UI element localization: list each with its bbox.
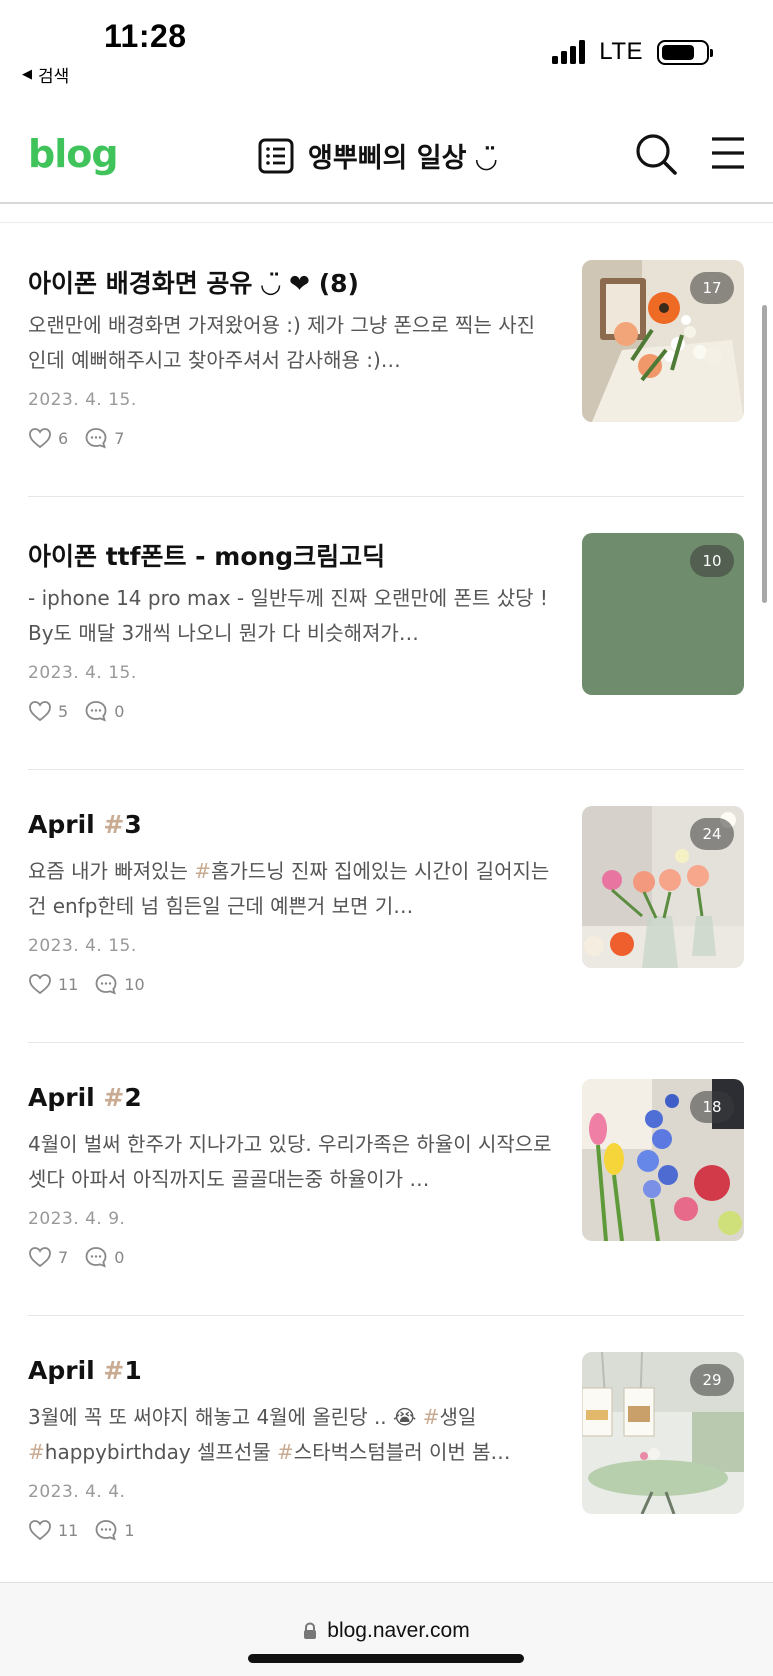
- like-button[interactable]: 5: [28, 700, 68, 722]
- post-date: 2023. 4. 15.: [28, 663, 137, 683]
- blog-logo[interactable]: blog: [28, 132, 119, 176]
- status-bar: 11:28 ◀ 검색 LTE: [0, 0, 773, 100]
- back-triangle-icon: ◀: [22, 67, 32, 82]
- comment-bubble-icon: [95, 974, 117, 995]
- comment-count: 7: [114, 428, 125, 448]
- network-type: LTE: [599, 38, 643, 65]
- post-title[interactable]: April #2: [28, 1083, 558, 1112]
- divider: [28, 769, 744, 770]
- search-icon[interactable]: [634, 132, 678, 176]
- image-count-badge: 17: [690, 272, 734, 304]
- post-thumbnail[interactable]: 18: [582, 1079, 744, 1241]
- comment-button[interactable]: 1: [94, 1519, 135, 1541]
- back-to-search-button[interactable]: ◀ 검색: [22, 62, 69, 87]
- post-excerpt: 3월에 꼭 또 써야지 해놓고 4월에 올린당 .. 😭 #생일 #happyb…: [28, 1405, 511, 1464]
- like-count: 7: [58, 1247, 69, 1267]
- heart-icon: [29, 1520, 51, 1541]
- blog-title[interactable]: 앵뿌삐의 일상 ◡̈: [258, 136, 497, 175]
- comment-count: 10: [124, 974, 145, 994]
- post-excerpt: - iphone 14 pro max - 일반두께 진짜 오랜만에 폰트 샀당…: [28, 586, 548, 645]
- post-stats: 11 10: [28, 973, 161, 995]
- heart-icon: [29, 701, 51, 722]
- like-button[interactable]: 11: [28, 1519, 78, 1541]
- back-label: 검색: [38, 67, 70, 87]
- blog-title-text: 앵뿌삐의 일상 ◡̈: [308, 143, 497, 174]
- scroll-indicator[interactable]: [762, 305, 767, 603]
- comment-button[interactable]: 7: [84, 427, 124, 449]
- post-date: 2023. 4. 9.: [28, 1209, 126, 1229]
- post-excerpt: 오랜만에 배경화면 가져왔어용 :) 제가 그냥 폰으로 찍는 사진인데 예뻐해…: [28, 313, 535, 372]
- blog-header: blog 앵뿌삐의 일상 ◡̈: [0, 112, 773, 204]
- comment-count: 0: [114, 1247, 125, 1267]
- menu-icon[interactable]: [710, 136, 746, 170]
- lock-icon: [304, 1622, 317, 1639]
- like-button[interactable]: 7: [28, 1246, 68, 1268]
- comment-bubble-icon: [85, 701, 107, 722]
- comment-count: 0: [114, 701, 125, 721]
- like-count: 5: [58, 701, 69, 721]
- comment-count: 1: [124, 1520, 135, 1540]
- signal-strength-icon: [552, 40, 586, 64]
- post-title[interactable]: 아이폰 배경화면 공유 ◡̈ ❤︎ (8): [28, 264, 558, 300]
- post-title[interactable]: April #1: [28, 1356, 558, 1385]
- heart-icon: [29, 974, 51, 995]
- post-thumbnail[interactable]: 24: [582, 806, 744, 968]
- like-count: 6: [58, 428, 69, 448]
- comment-button[interactable]: 0: [84, 1246, 124, 1268]
- post-thumbnail[interactable]: 29: [582, 1352, 744, 1514]
- status-time: 11:28: [104, 18, 187, 54]
- comment-button[interactable]: 10: [94, 973, 145, 995]
- post-stats: 11 1: [28, 1519, 151, 1541]
- post-thumbnail[interactable]: 10: [582, 533, 744, 695]
- battery-icon: [657, 39, 713, 65]
- url-text: blog.naver.com: [327, 1619, 470, 1642]
- divider: [0, 222, 773, 223]
- post-title[interactable]: 아이폰 ttf폰트 - mong크림고딕: [28, 537, 558, 573]
- image-count-badge: 18: [690, 1091, 734, 1123]
- post-thumbnail[interactable]: 17: [582, 260, 744, 422]
- comment-bubble-icon: [85, 1247, 107, 1268]
- comment-button[interactable]: 0: [84, 700, 124, 722]
- post-excerpt: 요즘 내가 빠져있는 #홈가드닝 진짜 집에있는 시간이 길어지는건 enfp한…: [28, 859, 550, 918]
- home-indicator[interactable]: [248, 1654, 524, 1663]
- divider: [28, 496, 744, 497]
- post-date: 2023. 4. 15.: [28, 390, 137, 410]
- like-count: 11: [58, 1520, 79, 1540]
- like-count: 11: [58, 974, 79, 994]
- image-count-badge: 29: [690, 1364, 734, 1396]
- heart-icon: [29, 428, 51, 449]
- list-icon: [258, 138, 294, 173]
- comment-bubble-icon: [95, 1520, 117, 1541]
- comment-bubble-icon: [85, 428, 107, 449]
- divider: [28, 1315, 744, 1316]
- like-button[interactable]: 11: [28, 973, 78, 995]
- post-stats: 7 0: [28, 1246, 140, 1268]
- url-field[interactable]: blog.naver.com: [0, 1619, 773, 1643]
- image-count-badge: 10: [690, 545, 734, 577]
- like-button[interactable]: 6: [28, 427, 68, 449]
- post-date: 2023. 4. 15.: [28, 936, 137, 956]
- post-stats: 5 0: [28, 700, 140, 722]
- heart-icon: [29, 1247, 51, 1268]
- post-stats: 6 7: [28, 427, 140, 449]
- status-indicators: LTE: [552, 38, 713, 66]
- post-date: 2023. 4. 4.: [28, 1482, 126, 1502]
- divider: [28, 1042, 744, 1043]
- image-count-badge: 24: [690, 818, 734, 850]
- post-title[interactable]: April #3: [28, 810, 558, 839]
- post-excerpt: 4월이 벌써 한주가 지나가고 있당. 우리가족은 하율이 시작으로 셋다 아파…: [28, 1132, 552, 1191]
